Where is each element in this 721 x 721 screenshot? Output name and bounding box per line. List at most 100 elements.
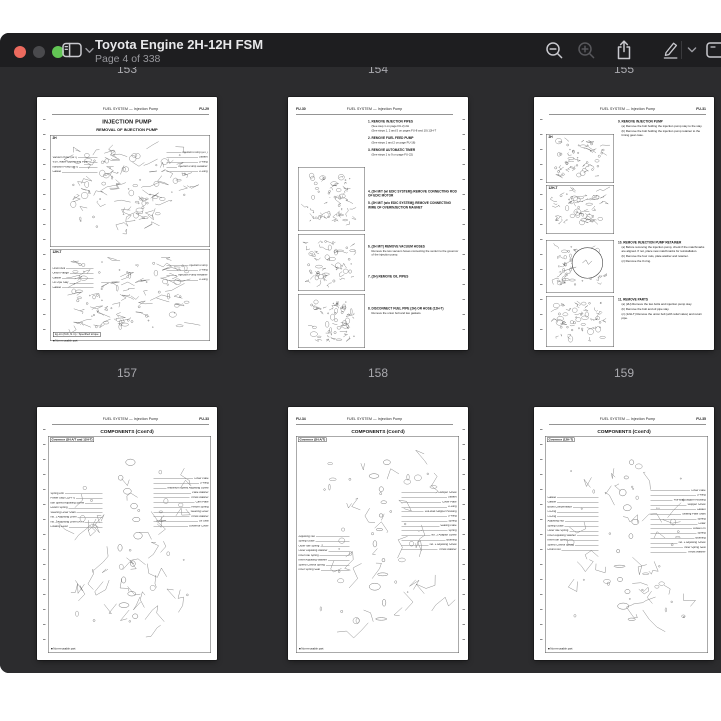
diagram-callout: Thrust Washer — [401, 548, 457, 553]
page-header: FUEL SYSTEM — Injection Pump — [549, 418, 706, 422]
page-thumbnail-159[interactable]: FUEL SYSTEM — Injection Pump FU-31 2H 12… — [534, 97, 714, 350]
section-title: COMPONENTS (Cont'd) — [288, 429, 468, 435]
diagram-callout: Thrust Washer — [650, 550, 706, 555]
figure-label: Governor (2H A/T and 12H-T) — [50, 438, 94, 443]
photo-figure — [298, 234, 365, 291]
toolbar-divider — [681, 41, 682, 59]
share-icon — [614, 39, 634, 61]
close-window-button[interactable] — [14, 46, 26, 58]
governor-diagram-box: Governor (2H A/T) Adjusting NutSpring Gu… — [296, 436, 459, 653]
torque-legend: kg-cm (ft-lb, N·m) : Specified torque — [53, 332, 101, 337]
page-header: FUEL SYSTEM — Injection Pump — [296, 108, 453, 112]
diagram-callout: Inner Spring Seat — [299, 568, 351, 573]
diagram-callout: Round Nut — [548, 548, 600, 553]
step-line: (b) Remove the four nuts, plate washer a… — [618, 255, 707, 259]
figure-label: 2H — [548, 136, 553, 140]
governor-diagram-box: Governor (2H A/T and 12H-T) Spring ArmPo… — [48, 436, 211, 653]
diagram-callout: Floating Lever — [51, 525, 104, 530]
step-line: (c) Remove the O-ring. — [618, 260, 707, 264]
photo-figure-parts — [546, 296, 614, 347]
step-line: 7. (2H) REMOVE OIL PIPES — [368, 275, 459, 279]
diagram-callout: O-Ring — [166, 278, 208, 283]
step-line: (c) (12H-T) Remove the union bolt (with … — [618, 313, 707, 321]
screenshot-canvas: Toyota Engine 2H-12H FSM Page 4 of 338 — [0, 0, 721, 721]
callout-column-left: Union BoltUnion FlangeGasketOil Pipe Sta… — [53, 267, 95, 291]
page-code: FU-35 — [696, 418, 706, 422]
page-thumbnail-162[interactable]: FUEL SYSTEM — Injection Pump FU-35 COMPO… — [534, 407, 714, 660]
callout-column-right: Injection PumpO-RingInjection Pump Retai… — [166, 264, 208, 283]
header-rule — [549, 115, 706, 116]
photo-figure-2h: 2H — [546, 134, 614, 183]
page-number-label: 155 — [534, 67, 714, 76]
step-text-block: 4. (2H M/T (w/ EDIC SYSTEM)) REMOVE CONN… — [368, 190, 459, 210]
zoom-in-button[interactable] — [574, 39, 598, 61]
figure-label: 12H-T — [52, 251, 62, 255]
page-thumbnail-158[interactable]: FU-30 FUEL SYSTEM — Injection Pump 1. RE… — [288, 97, 468, 350]
markup-more-button[interactable] — [684, 39, 700, 61]
step-text-block: 9. REMOVE INJECTION PUMP(a) Remove the b… — [618, 120, 707, 138]
callout-column-left: Vacuum Hose (M/T)VSV, Water Connecting P… — [53, 156, 99, 175]
section-title: COMPONENTS (Cont'd) — [534, 429, 714, 435]
callout-column-right: Cover PlateO-RingMaximum Speed Adjusting… — [153, 477, 209, 529]
step-line: 3. REMOVE AUTOMATIC TIMER — [368, 149, 459, 153]
figure-label: 2H — [52, 137, 57, 141]
step-line: (b) Remove the bolt and oil pipe stay. — [618, 308, 707, 312]
figure-label: Governor (12H-T) — [547, 438, 575, 443]
figure-12ht-engine: 12H-T Union BoltUnion FlangeGasketOil Pi… — [50, 249, 210, 341]
page-number-label: 159 — [534, 366, 714, 380]
photo-art — [547, 241, 613, 292]
step-text-block: 6. (2H M/T) REMOVE VACUUM HOSESRemove th… — [368, 245, 459, 257]
page-thumbnail-160[interactable]: FUEL SYSTEM — Injection Pump FU-33 COMPO… — [37, 407, 217, 660]
step-line: 2. REMOVE FUEL FEED PUMP — [368, 137, 459, 141]
figure-label: 12H-T — [548, 187, 558, 191]
step-line: (See step 1 on page FU-2) 2H — [368, 125, 459, 129]
step-text-block: 11. REMOVE PARTS(a) (2H) Remove the two … — [618, 298, 707, 321]
search-button-partial[interactable] — [705, 39, 721, 61]
step-line: (See steps 1, 2 and 5 on pages FU-8 and … — [368, 129, 459, 133]
step-line: (a) Remove the bolt holding the injectio… — [618, 125, 707, 129]
diagram-callout: Gasket — [53, 286, 95, 291]
photo-art — [299, 235, 364, 290]
header-rule — [296, 425, 453, 426]
header-rule — [296, 115, 453, 116]
binder-ticks — [540, 119, 543, 342]
step-line: 10. REMOVE INJECTION PUMP RETAINER — [618, 241, 707, 245]
step-line: 6. (2H M/T) REMOVE VACUUM HOSES — [368, 245, 459, 249]
section-title: INJECTION PUMP — [37, 119, 217, 125]
markup-button[interactable] — [658, 39, 682, 61]
non-reusable-legend: ■ Non-reusable part — [51, 648, 75, 651]
page-thumbnail-157[interactable]: FUEL SYSTEM — Injection Pump FU-29 INJEC… — [37, 97, 217, 350]
binder-ticks — [463, 429, 466, 652]
photo-figure-12ht: 12H-T — [546, 185, 614, 234]
step-line: 1. REMOVE INJECTION PIPES — [368, 120, 459, 124]
step-line: (See steps 1 and 2 on page FU-16) — [368, 141, 459, 145]
pdf-viewer-window: Toyota Engine 2H-12H FSM Page 4 of 338 — [0, 33, 721, 673]
partial-window-icon — [705, 41, 721, 59]
zoom-out-button[interactable] — [542, 39, 566, 61]
step-text-block: 10. REMOVE INJECTION PUMP RETAINER(a) Be… — [618, 241, 707, 264]
header-rule — [52, 115, 209, 116]
page-number-label: 157 — [37, 366, 217, 380]
diagram-callout: O-Ring — [166, 170, 208, 175]
figure-label: Governor (2H A/T) — [298, 438, 327, 443]
page-code: FU-31 — [696, 108, 706, 112]
governor-diagram-box: Governor (12H-T) GasketGasketBoost Compe… — [545, 436, 708, 653]
page-header: FUEL SYSTEM — Injection Pump — [296, 418, 453, 422]
header-rule — [549, 425, 706, 426]
share-button[interactable] — [612, 39, 636, 61]
minimize-window-button[interactable] — [33, 46, 45, 58]
callout-column-right: Damper ScrewGasketCover PlateO-RingFull-… — [401, 491, 457, 553]
sidebar-toggle-button[interactable] — [62, 40, 96, 60]
photo-figure-detail — [546, 240, 614, 293]
titlebar[interactable]: Toyota Engine 2H-12H FSM Page 4 of 338 — [0, 33, 721, 68]
photo-art — [547, 135, 613, 182]
section-subtitle: REMOVAL OF INJECTION PUMP — [37, 128, 217, 133]
callout-column-right: Injection Pump (A/T)GasketO-RingInjectio… — [166, 151, 208, 175]
step-text-block: 1. REMOVE INJECTION PIPES(See step 1 on … — [368, 120, 459, 157]
step-line: (a) Before removing the injection pump, … — [618, 246, 707, 254]
diagram-callout: Gasket — [53, 170, 99, 175]
binder-ticks — [43, 429, 46, 652]
chevron-down-icon — [85, 47, 94, 54]
page-thumbnail-161[interactable]: FU-34 FUEL SYSTEM — Injection Pump COMPO… — [288, 407, 468, 660]
exploded-diagram-art — [49, 437, 211, 652]
